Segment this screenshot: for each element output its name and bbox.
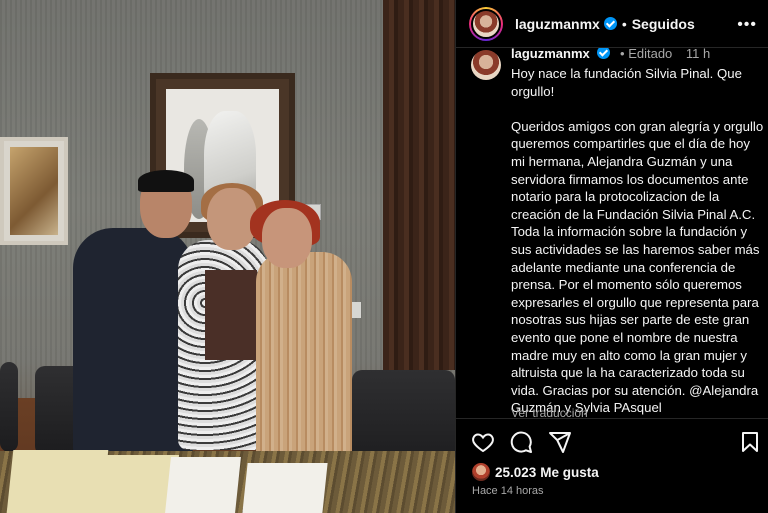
document-signed (165, 457, 241, 513)
likes-label[interactable]: Me gusta (540, 465, 599, 480)
more-options-icon[interactable]: ••• (737, 16, 757, 34)
bookmark-icon[interactable] (738, 430, 762, 454)
caption-verified-badge-icon (597, 48, 611, 59)
wood-wall-panel (383, 0, 455, 370)
woman-right-figure (256, 252, 352, 464)
liker-avatar (472, 463, 490, 481)
caption-header: laguzmanmx • Editado 11 h (511, 48, 710, 61)
header-separator: • (621, 15, 627, 32)
caption-edited: Editado (628, 48, 673, 61)
verified-badge-icon (603, 17, 617, 30)
author-username[interactable]: laguzmanmx (515, 16, 600, 32)
caption-username[interactable]: laguzmanmx (511, 48, 590, 61)
see-translation-link[interactable]: Ver traducción (511, 406, 588, 418)
folder-left (6, 450, 109, 513)
small-horse-painting (0, 137, 68, 245)
post-photo[interactable] (0, 0, 455, 513)
caption-avatar[interactable] (471, 50, 501, 80)
post-header: laguzmanmx • Seguidos ••• (456, 0, 768, 48)
edited-label: • Editado (620, 48, 672, 61)
comments-section[interactable]: laguzmanmx • Editado 11 h Hoy nace la fu… (456, 48, 768, 418)
likes-count[interactable]: 25.023 (495, 465, 536, 480)
woman-right-head (262, 208, 312, 268)
comment-icon[interactable] (509, 430, 533, 454)
wall-outlet (351, 302, 361, 318)
share-icon[interactable] (548, 430, 572, 454)
man-hair (138, 170, 194, 192)
post-timestamp[interactable]: Hace 14 horas (472, 485, 544, 497)
man-figure (73, 228, 193, 458)
post-sidebar: laguzmanmx • Seguidos ••• laguzmanmx • E… (455, 0, 768, 513)
following-button[interactable]: Seguidos (632, 16, 695, 32)
author-avatar[interactable] (469, 6, 503, 41)
caption-time[interactable]: 11 h (686, 48, 710, 61)
post-actions: 25.023 Me gusta Hace 14 horas (456, 418, 768, 513)
chair-back-left (0, 362, 18, 452)
document-right (242, 463, 328, 513)
caption-text: Hoy nace la fundación Silvia Pinal. Que … (511, 66, 764, 416)
likes-row[interactable]: 25.023 Me gusta (472, 463, 599, 481)
caption-separator: • (620, 48, 625, 61)
heart-icon[interactable] (471, 430, 495, 454)
woman-center-top (205, 270, 257, 360)
